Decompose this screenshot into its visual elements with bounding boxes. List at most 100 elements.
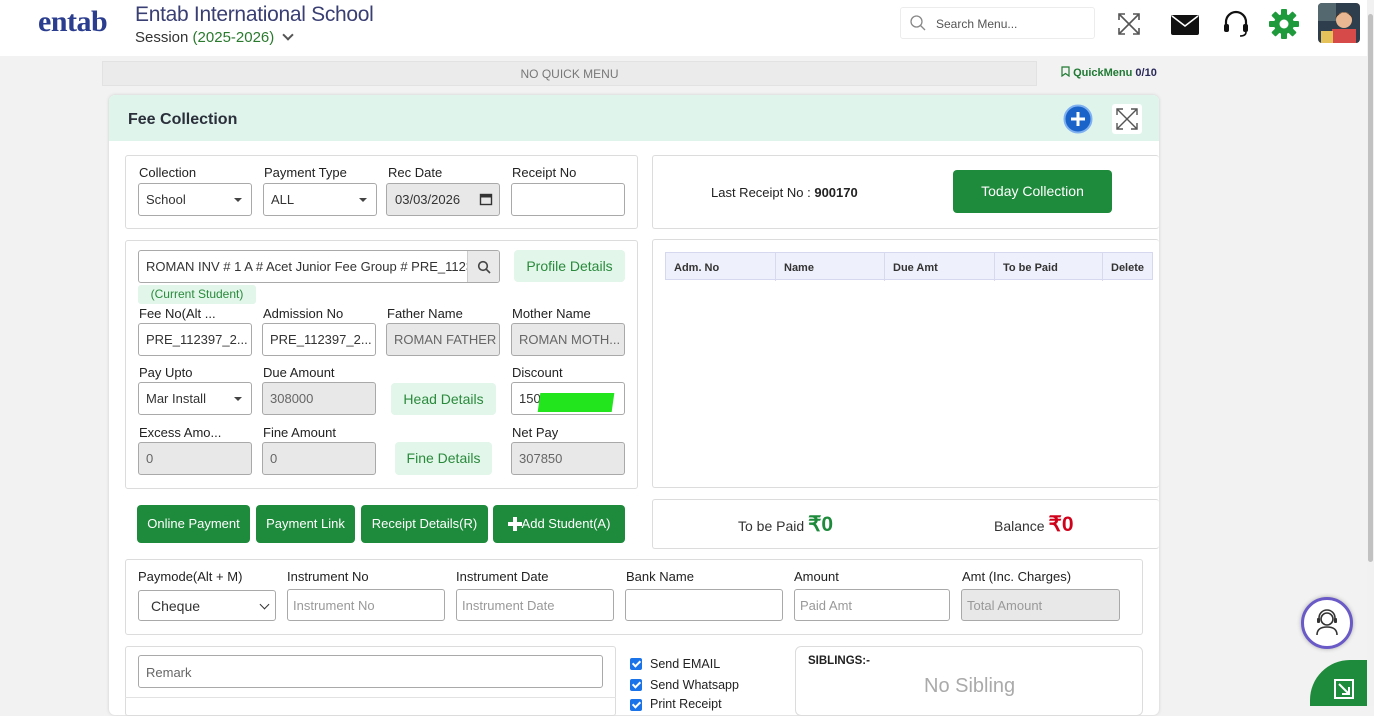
col-due-amt: Due Amt [885, 253, 995, 281]
to-be-paid-label: To be Paid [738, 518, 805, 534]
search-menu[interactable]: Search Menu... [900, 7, 1095, 39]
entab-logo[interactable]: entab [33, 5, 123, 40]
amt-inc-input: Total Amount [961, 589, 1120, 621]
today-collection-button[interactable]: Today Collection [953, 170, 1112, 213]
mother-name-label: Mother Name [512, 306, 591, 321]
last-receipt-value: 900170 [814, 185, 858, 200]
balance-value: ₹0 [1048, 513, 1074, 536]
bookmark-icon [1061, 66, 1070, 78]
admission-no-label: Admission No [263, 306, 344, 321]
student-search-value: ROMAN INV # 1 A # Acet Junior Fee Group … [146, 259, 488, 274]
fine-details-button[interactable]: Fine Details [395, 442, 492, 475]
calendar-icon[interactable] [479, 192, 493, 206]
session-value: (2025-2026) [192, 29, 275, 46]
col-name: Name [776, 253, 885, 281]
father-name-label: Father Name [387, 306, 463, 321]
fee-no-input[interactable]: PRE_112397_2... [138, 323, 252, 356]
siblings-label: SIBLINGS:- [808, 655, 870, 667]
instrument-no-placeholder: Instrument No [293, 598, 375, 613]
send-whatsapp-checkbox[interactable] [630, 679, 642, 691]
quickmenu-link[interactable]: QuickMenu 0/10 [1061, 66, 1157, 79]
chat-support-button[interactable] [1301, 597, 1353, 649]
admission-no-input[interactable]: PRE_112397_2... [262, 323, 376, 356]
excess-amount-label: Excess Amo... [139, 425, 222, 440]
quickmenu-count: 0/10 [1135, 67, 1157, 79]
col-to-be-paid: To be Paid [995, 253, 1103, 281]
rec-date-input[interactable]: 03/03/2026 [386, 183, 500, 216]
paymode-select[interactable]: Cheque [138, 590, 276, 621]
panel-fullscreen-button[interactable] [1112, 104, 1142, 134]
online-payment-button[interactable]: Online Payment [137, 505, 250, 543]
fullscreen-button[interactable] [1110, 6, 1148, 42]
instrument-no-input[interactable]: Instrument No [287, 589, 445, 621]
headset-icon [1224, 10, 1248, 37]
avatar-image [1318, 3, 1360, 43]
add-student-label: Add Student(A) [521, 516, 611, 531]
plus-icon [508, 517, 522, 531]
pay-upto-label: Pay Upto [139, 365, 193, 380]
amt-inc-placeholder: Total Amount [967, 598, 1043, 613]
to-be-paid: To be Paid ₹0 [738, 512, 833, 537]
floating-action-button[interactable] [1310, 660, 1374, 706]
user-avatar[interactable] [1318, 3, 1360, 43]
student-search-input[interactable]: ROMAN INV # 1 A # Acet Junior Fee Group … [138, 250, 500, 283]
instrument-date-placeholder: Instrument Date [462, 598, 555, 613]
quickmenu-label: QuickMenu [1073, 67, 1133, 79]
send-email-checkbox[interactable] [630, 658, 642, 670]
current-student-badge: (Current Student) [138, 285, 256, 304]
mail-button[interactable] [1166, 6, 1204, 42]
discount-input[interactable]: 150 [511, 382, 625, 415]
session-selector[interactable]: Session (2025-2026) [135, 29, 295, 46]
col-delete: Delete [1111, 262, 1145, 274]
quick-menu-empty-text: NO QUICK MENU [520, 67, 619, 81]
scrollbar-track[interactable] [1367, 0, 1374, 706]
students-table-header: Adm. No Name Due Amt To be Paid Delete [665, 252, 1153, 281]
payment-type-label: Payment Type [264, 165, 347, 180]
support-button[interactable] [1217, 6, 1255, 42]
student-search-button[interactable] [467, 251, 499, 282]
receipt-no-input[interactable] [511, 183, 625, 216]
search-input[interactable]: Search Menu... [936, 17, 1017, 31]
instrument-no-label: Instrument No [287, 569, 369, 584]
discount-label: Discount [512, 365, 563, 380]
add-button[interactable] [1063, 104, 1093, 134]
redaction-mark [537, 393, 615, 412]
profile-details-button[interactable]: Profile Details [514, 250, 625, 282]
paymode-label: Paymode(Alt + M) [138, 569, 243, 584]
receipt-details-button[interactable]: Receipt Details(R) [361, 505, 488, 543]
chevron-down-icon [259, 599, 270, 610]
send-email-label: Send EMAIL [650, 657, 721, 671]
excess-amount-input: 0 [138, 442, 252, 475]
net-pay-label: Net Pay [512, 425, 559, 440]
amt-inc-label: Amt (Inc. Charges) [962, 569, 1072, 584]
add-student-button[interactable]: Add Student(A) [493, 505, 625, 543]
payment-type-select[interactable]: ALL [263, 183, 377, 216]
last-receipt-label: Last Receipt No : [711, 185, 811, 200]
mail-icon [1171, 15, 1199, 35]
amount-placeholder: Paid Amt [800, 598, 853, 613]
last-receipt: Last Receipt No : 900170 [711, 185, 858, 200]
fine-amount-label: Fine Amount [263, 425, 336, 440]
expand-icon [1118, 13, 1140, 35]
remark-placeholder: Remark [146, 665, 192, 680]
instrument-date-input[interactable]: Instrument Date [456, 589, 614, 621]
fee-no-label: Fee No(Alt ... [139, 306, 216, 321]
support-agent-icon [1316, 609, 1338, 636]
amount-input[interactable]: Paid Amt [794, 589, 950, 621]
net-pay-input: 307850 [511, 442, 625, 475]
totals-section [652, 499, 1159, 549]
print-receipt-checkbox[interactable] [630, 699, 642, 711]
collection-select[interactable]: School [138, 183, 252, 216]
receipt-no-label: Receipt No [512, 165, 577, 180]
to-be-paid-value: ₹0 [808, 513, 834, 536]
scrollbar-thumb[interactable] [1368, 14, 1373, 562]
settings-button[interactable] [1265, 6, 1303, 42]
remark-input[interactable]: Remark [138, 655, 603, 688]
head-details-button[interactable]: Head Details [391, 383, 496, 415]
payment-link-button[interactable]: Payment Link [256, 505, 355, 543]
due-amount-label: Due Amount [263, 365, 335, 380]
pay-upto-select[interactable]: Mar Install [138, 382, 252, 415]
balance: Balance ₹0 [994, 512, 1074, 537]
bank-name-input[interactable] [625, 589, 783, 621]
instrument-date-label: Instrument Date [456, 569, 549, 584]
